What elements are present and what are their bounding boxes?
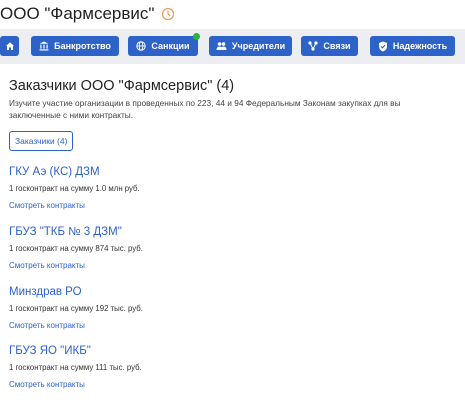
section-title: Заказчики ООО "Фармсервис" (4): [9, 78, 235, 94]
section-description-line-2: заключенные с ними контракты.: [9, 110, 134, 120]
bank-icon: [39, 41, 49, 51]
links-icon: [308, 41, 319, 51]
page-header: ООО "Фармсервис": [0, 2, 175, 26]
customer-item: Минздрав РО 1 госконтракт на сумму 192 т…: [9, 286, 143, 330]
customer-contract-info: 1 госконтракт на сумму 111 тыс. руб.: [9, 363, 142, 372]
people-icon: [216, 42, 227, 50]
status-dot: [193, 33, 200, 40]
customer-item: ГБУЗ ЯО "ИКБ" 1 госконтракт на сумму 111…: [9, 345, 142, 389]
view-contracts-link[interactable]: Смотреть контракты: [9, 321, 143, 330]
customer-name[interactable]: Минздрав РО: [9, 286, 143, 298]
view-contracts-link[interactable]: Смотреть контракты: [9, 380, 142, 389]
sanctions-button[interactable]: Санкции: [128, 36, 198, 56]
bankruptcy-button[interactable]: Банкротство: [31, 36, 119, 56]
shield-icon: [378, 41, 387, 51]
customer-contract-info: 1 госконтракт на сумму 1.0 млн руб.: [9, 184, 140, 193]
links-button[interactable]: Связи: [301, 36, 358, 56]
section-description: Изучите участие организации в проведенны…: [9, 97, 465, 121]
section-description-line-1: Изучите участие организации в проведенны…: [9, 98, 401, 108]
customer-contract-info: 1 госконтракт на сумму 874 тыс. руб.: [9, 244, 143, 253]
view-contracts-link[interactable]: Смотреть контракты: [9, 201, 140, 210]
sanctions-label: Санкции: [151, 41, 190, 51]
founders-button[interactable]: Учредители: [209, 36, 292, 56]
bankruptcy-label: Банкротство: [54, 41, 111, 51]
customers-card: Заказчики ООО "Фармсервис" (4) Изучите у…: [0, 66, 465, 411]
company-title: ООО "Фармсервис": [0, 4, 155, 23]
reliability-label: Надежность: [392, 41, 448, 51]
refresh-icon[interactable]: [161, 7, 175, 21]
customers-filter-chip[interactable]: Заказчики (4): [9, 131, 74, 151]
links-label: Связи: [323, 41, 351, 51]
customer-item: ГКУ Аэ (КС) ДЗМ 1 госконтракт на сумму 1…: [9, 166, 140, 210]
globe-icon: [136, 41, 147, 51]
customer-contract-info: 1 госконтракт на сумму 192 тыс. руб.: [9, 304, 143, 313]
nav-bar: Банкротство Санкции Учредители Связи Над…: [0, 29, 465, 64]
home-icon: [5, 42, 14, 50]
customer-item: ГБУЗ "ТКБ № 3 ДЗМ" 1 госконтракт на сумм…: [9, 226, 143, 270]
home-button[interactable]: [0, 36, 19, 56]
customer-name[interactable]: ГКУ Аэ (КС) ДЗМ: [9, 166, 140, 178]
customer-name[interactable]: ГБУЗ "ТКБ № 3 ДЗМ": [9, 226, 143, 238]
customer-name[interactable]: ГБУЗ ЯО "ИКБ": [9, 345, 142, 357]
reliability-button[interactable]: Надежность: [370, 36, 455, 56]
view-contracts-link[interactable]: Смотреть контракты: [9, 261, 143, 270]
founders-label: Учредители: [231, 41, 286, 51]
